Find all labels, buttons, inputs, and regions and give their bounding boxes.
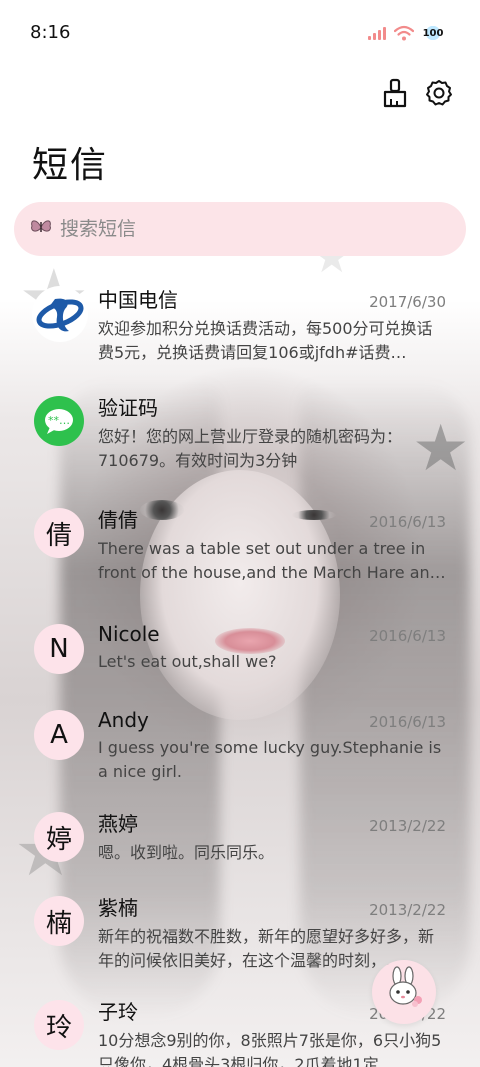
contact-name: 子玲: [98, 1000, 138, 1024]
list-item[interactable]: 中国电信 2017/6/30 欢迎参加积分兑换话费活动，每500分可兑换话费5元…: [0, 270, 480, 382]
page-title: 短信: [32, 145, 109, 186]
message-preview: I guess you're some lucky guy.Stephanie …: [98, 738, 442, 781]
contact-name: 中国电信: [98, 288, 178, 312]
butterfly-icon: [30, 218, 52, 241]
contact-name: 验证码: [98, 396, 158, 420]
message-preview: 欢迎参加积分兑换话费活动，每500分可兑换话费5元，兑换话费请回复106或jfd…: [98, 319, 433, 362]
contact-name: 紫楠: [98, 896, 138, 920]
status-time: 8:16: [30, 22, 71, 43]
search-bar[interactable]: [14, 202, 466, 256]
message-preview: Let's eat out,shall we?: [98, 652, 277, 671]
gear-icon[interactable]: [424, 76, 454, 110]
message-bubble-icon: **…: [34, 396, 84, 446]
system-icons: 100: [368, 24, 444, 42]
avatar: 倩: [34, 508, 84, 558]
wifi-icon: [394, 25, 414, 41]
message-date: 2013/2/22: [369, 817, 446, 835]
contact-name: Nicole: [98, 622, 160, 646]
top-toolbar: [380, 76, 454, 110]
message-preview: 您好！您的网上营业厅登录的随机密码为：710679。有效时间为3分钟: [98, 427, 403, 470]
avatar: 玲: [34, 1000, 84, 1050]
svg-text:**…: **…: [48, 414, 70, 427]
avatar: 楠: [34, 896, 84, 946]
avatar: 婷: [34, 812, 84, 862]
contact-name: Andy: [98, 708, 149, 732]
message-date: 2016/6/13: [369, 513, 446, 531]
list-item[interactable]: 倩 倩倩 2016/6/13 There was a table set out…: [0, 494, 480, 608]
telecom-logo-icon: [32, 286, 88, 342]
message-preview: There was a table set out under a tree i…: [98, 539, 446, 582]
list-item[interactable]: A Andy 2016/6/13 I guess you're some luc…: [0, 692, 480, 798]
battery-icon: 100: [422, 24, 444, 42]
contact-name: 倩倩: [98, 508, 138, 532]
message-date: 2016/6/13: [369, 627, 446, 645]
signal-icon: [368, 26, 386, 40]
message-date: 2016/6/13: [369, 713, 446, 731]
list-item[interactable]: N Nicole 2016/6/13 Let's eat out,shall w…: [0, 608, 480, 692]
list-item[interactable]: 婷 燕婷 2013/2/22 嗯。收到啦。同乐同乐。: [0, 798, 480, 882]
list-item[interactable]: **… 验证码 您好！您的网上营业厅登录的随机密码为：710679。有效时间为3…: [0, 382, 480, 494]
avatar: N: [34, 624, 84, 674]
message-date: 2013/2/22: [369, 901, 446, 919]
broom-icon[interactable]: [380, 76, 410, 110]
message-list: 中国电信 2017/6/30 欢迎参加积分兑换话费活动，每500分可兑换话费5元…: [0, 270, 480, 1067]
message-preview: 嗯。收到啦。同乐同乐。: [98, 843, 275, 862]
compose-button[interactable]: [372, 960, 436, 1024]
contact-name: 燕婷: [98, 812, 138, 836]
bunny-compose-icon: [382, 965, 426, 1019]
message-date: 2017/6/30: [369, 293, 446, 311]
message-preview: 10分想念9别的你，8张照片7张是你，6只小狗5只像你，4根骨头3根归你，2爪着…: [98, 1031, 442, 1067]
avatar: A: [34, 710, 84, 760]
status-bar: 8:16 100: [0, 0, 480, 64]
search-input[interactable]: [60, 218, 420, 240]
